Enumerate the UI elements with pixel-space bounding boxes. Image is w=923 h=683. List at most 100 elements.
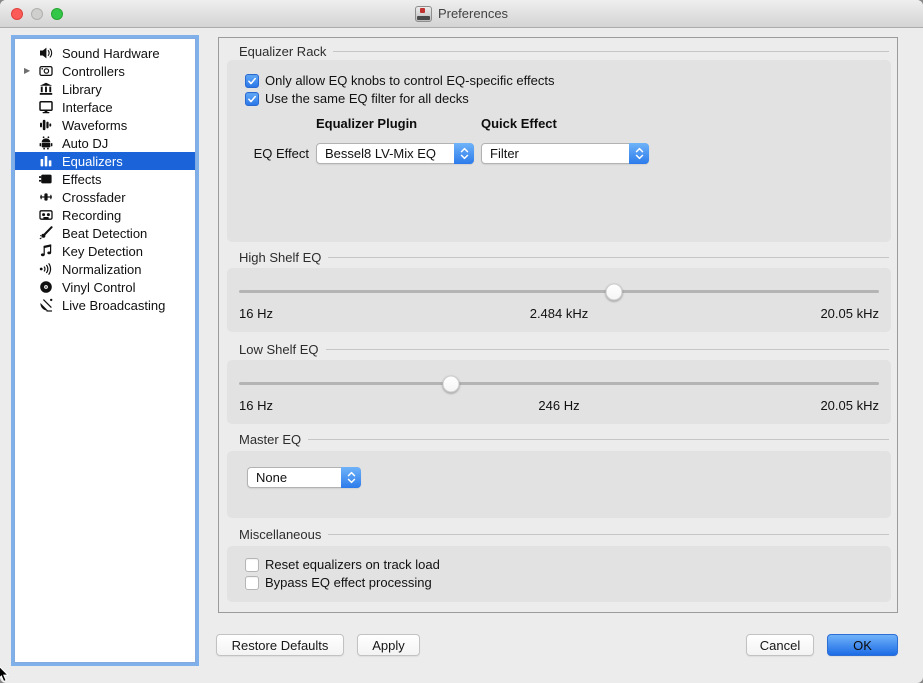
music-note-icon: [39, 244, 62, 258]
slider-track[interactable]: [239, 382, 879, 385]
reset-equalizers-checkbox[interactable]: [245, 558, 259, 572]
divider: [328, 257, 889, 258]
bypass-eq-checkbox[interactable]: [245, 576, 259, 590]
sidebar-item-normalization[interactable]: Normalization: [15, 260, 195, 278]
bypass-eq-label: Bypass EQ effect processing: [265, 575, 432, 590]
sidebar-item-label: Live Broadcasting: [62, 298, 165, 313]
group-title-equalizer-rack: Equalizer Rack: [239, 43, 889, 59]
sidebar-list: Sound Hardware ▶ Controllers Library Int…: [15, 44, 195, 314]
sidebar-item-beat-detection[interactable]: Beat Detection: [15, 224, 195, 242]
sidebar-item-label: Interface: [62, 100, 113, 115]
same-filter-label: Use the same EQ filter for all decks: [265, 91, 469, 106]
waveform-icon: [39, 118, 62, 132]
eq-knobs-label: Only allow EQ knobs to control EQ-specif…: [265, 73, 555, 88]
current-freq-label: 2.484 kHz: [239, 306, 879, 321]
crossfader-icon: [39, 190, 62, 204]
sidebar-item-effects[interactable]: Effects: [15, 170, 195, 188]
sidebar-item-label: Waveforms: [62, 118, 127, 133]
updown-stepper-icon: [341, 467, 361, 488]
same-filter-checkbox[interactable]: [245, 92, 259, 106]
ok-button[interactable]: OK: [827, 634, 898, 656]
frequency-labels: 16 Hz 246 Hz 20.05 kHz: [239, 398, 879, 414]
sidebar-item-vinyl-control[interactable]: Vinyl Control: [15, 278, 195, 296]
preferences-sidebar: Sound Hardware ▶ Controllers Library Int…: [14, 38, 196, 663]
group-title-text: Low Shelf EQ: [239, 342, 319, 357]
preferences-window: Preferences Sound Hardware ▶ Controllers…: [0, 0, 923, 683]
checkbox-row: Bypass EQ effect processing: [245, 575, 432, 590]
equalizer-icon: [39, 154, 62, 168]
high-shelf-slider[interactable]: [239, 280, 879, 304]
sidebar-item-label: Crossfader: [62, 190, 126, 205]
max-freq-label: 20.05 kHz: [820, 306, 879, 321]
cancel-button[interactable]: Cancel: [746, 634, 814, 656]
window-title: Preferences: [438, 6, 508, 21]
checkbox-row: Reset equalizers on track load: [245, 557, 440, 572]
divider: [308, 439, 889, 440]
sidebar-item-label: Beat Detection: [62, 226, 147, 241]
soundwave-icon: [39, 262, 62, 276]
master-eq-select[interactable]: None: [247, 467, 361, 488]
eq-knobs-checkbox[interactable]: [245, 74, 259, 88]
minimize-button[interactable]: [31, 8, 43, 20]
sidebar-item-live-broadcasting[interactable]: Live Broadcasting: [15, 296, 195, 314]
mouse-cursor: [0, 665, 11, 683]
satellite-icon: [39, 298, 62, 312]
sidebar-item-label: Vinyl Control: [62, 280, 135, 295]
sidebar-item-controllers[interactable]: ▶ Controllers: [15, 62, 195, 80]
master-eq-group: None: [227, 451, 891, 518]
sidebar-item-recording[interactable]: Recording: [15, 206, 195, 224]
slider-track[interactable]: [239, 290, 879, 293]
miscellaneous-group: Reset equalizers on track load Bypass EQ…: [227, 546, 891, 602]
close-button[interactable]: [11, 8, 23, 20]
apply-button[interactable]: Apply: [357, 634, 420, 656]
equalizer-rack-group: Only allow EQ knobs to control EQ-specif…: [227, 60, 891, 242]
group-title-text: Master EQ: [239, 432, 301, 447]
sidebar-item-crossfader[interactable]: Crossfader: [15, 188, 195, 206]
group-title-text: Equalizer Rack: [239, 44, 326, 59]
sidebar-item-key-detection[interactable]: Key Detection: [15, 242, 195, 260]
group-title-text: Miscellaneous: [239, 527, 321, 542]
cassette-icon: [39, 208, 62, 222]
current-freq-label: 246 Hz: [239, 398, 879, 413]
sidebar-item-label: Recording: [62, 208, 121, 223]
master-eq-value: None: [256, 468, 287, 487]
beat-icon: [39, 226, 62, 240]
group-title-miscellaneous: Miscellaneous: [239, 526, 889, 542]
eq-plugin-value: Bessel8 LV-Mix EQ: [325, 144, 436, 163]
speaker-icon: [39, 46, 62, 60]
controller-icon: [39, 64, 62, 78]
sidebar-item-label: Library: [62, 82, 102, 97]
sidebar-item-interface[interactable]: Interface: [15, 98, 195, 116]
zoom-button[interactable]: [51, 8, 63, 20]
quick-effect-header: Quick Effect: [481, 116, 557, 131]
equalizer-plugin-header: Equalizer Plugin: [316, 116, 417, 131]
effects-icon: [39, 172, 62, 186]
sidebar-item-label: Equalizers: [62, 154, 123, 169]
sidebar-item-auto-dj[interactable]: Auto DJ: [15, 134, 195, 152]
monitor-icon: [39, 100, 62, 114]
sidebar-item-equalizers[interactable]: Equalizers: [15, 152, 195, 170]
robot-icon: [39, 136, 62, 150]
group-title-master-eq: Master EQ: [239, 431, 889, 447]
high-shelf-slider-handle[interactable]: [606, 283, 623, 300]
sidebar-item-sound-hardware[interactable]: Sound Hardware: [15, 44, 195, 62]
sidebar-item-label: Controllers: [62, 64, 125, 79]
sidebar-item-label: Sound Hardware: [62, 46, 160, 61]
sidebar-item-label: Auto DJ: [62, 136, 108, 151]
sidebar-item-waveforms[interactable]: Waveforms: [15, 116, 195, 134]
sidebar-item-label: Normalization: [62, 262, 141, 277]
low-shelf-group: 16 Hz 246 Hz 20.05 kHz: [227, 360, 891, 424]
updown-stepper-icon: [454, 143, 474, 164]
divider: [328, 534, 889, 535]
quick-effect-select[interactable]: Filter: [481, 143, 649, 164]
sidebar-item-label: Effects: [62, 172, 102, 187]
low-shelf-slider-handle[interactable]: [442, 375, 459, 392]
disclosure-triangle-icon[interactable]: ▶: [24, 62, 39, 80]
eq-plugin-select[interactable]: Bessel8 LV-Mix EQ: [316, 143, 474, 164]
group-title-text: High Shelf EQ: [239, 250, 321, 265]
low-shelf-slider[interactable]: [239, 372, 879, 396]
updown-stepper-icon: [629, 143, 649, 164]
sidebar-item-library[interactable]: Library: [15, 80, 195, 98]
max-freq-label: 20.05 kHz: [820, 398, 879, 413]
restore-defaults-button[interactable]: Restore Defaults: [216, 634, 344, 656]
